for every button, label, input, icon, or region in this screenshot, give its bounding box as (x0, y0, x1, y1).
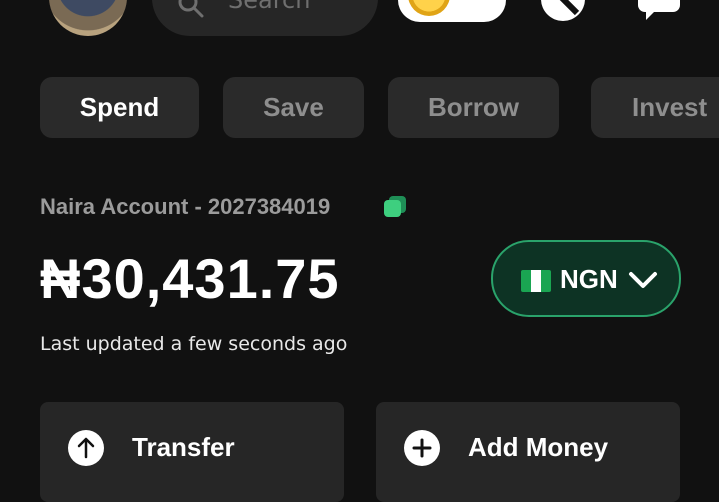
coins-badge[interactable]: 22 (398, 0, 506, 22)
search-icon (178, 0, 204, 18)
coins-count: 22 (458, 0, 500, 7)
tab-label: Invest (632, 92, 708, 122)
tab-borrow[interactable]: Borrow (388, 77, 559, 138)
tab-bar: Spend Save Borrow Invest (0, 77, 719, 139)
tab-spend[interactable]: Spend (40, 77, 199, 138)
add-money-label: Add Money (468, 432, 609, 462)
tab-label: Spend (79, 92, 160, 122)
top-bar: Search 22 (0, 0, 719, 45)
copy-icon[interactable] (383, 195, 407, 219)
plus-icon (404, 430, 440, 466)
arrow-up-icon (68, 430, 104, 466)
tab-label: Save (263, 92, 324, 122)
account-balance: ₦30,431.75 (40, 247, 340, 310)
transfer-button[interactable]: Transfer (40, 402, 344, 502)
chat-icon[interactable] (636, 0, 682, 22)
coin-icon (408, 0, 450, 16)
account-label: Naira Account - 2027384019 (40, 194, 331, 219)
tab-save[interactable]: Save (223, 77, 364, 138)
last-updated: Last updated a few seconds ago (40, 333, 348, 355)
tab-invest[interactable]: Invest (591, 77, 719, 138)
transfer-label: Transfer (132, 432, 235, 462)
search-input[interactable]: Search (152, 0, 378, 36)
nigeria-flag-icon (521, 270, 551, 292)
chevron-down-icon (629, 272, 657, 288)
currency-selector[interactable]: NGN (491, 240, 681, 317)
tab-label: Borrow (428, 92, 519, 122)
block-icon[interactable] (540, 0, 586, 22)
add-money-button[interactable]: Add Money (376, 402, 680, 502)
avatar[interactable] (49, 0, 127, 36)
search-placeholder: Search (228, 0, 311, 14)
currency-code: NGN (560, 264, 618, 294)
